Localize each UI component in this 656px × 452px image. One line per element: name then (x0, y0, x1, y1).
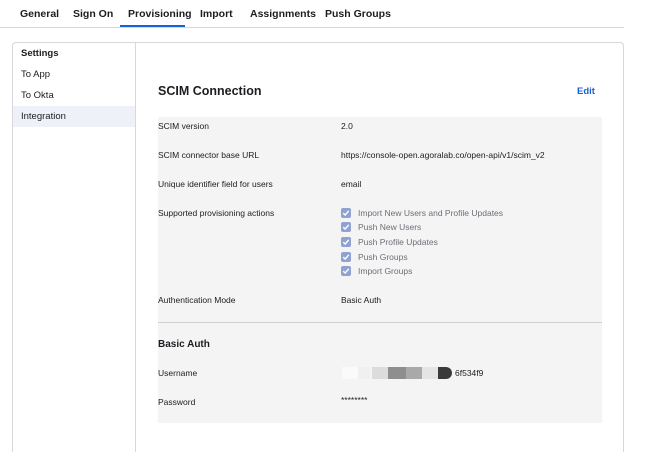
username-redacted (342, 367, 457, 379)
password-label: Password (158, 397, 196, 407)
basic-auth-title: Basic Auth (158, 339, 210, 350)
provisioning-actions-label: Supported provisioning actions (158, 208, 275, 218)
auth-mode-label: Authentication Mode (158, 295, 236, 305)
sidebar-heading: Settings (21, 48, 59, 59)
unique-identifier-value: email (341, 179, 362, 189)
scim-connection-title: SCIM Connection (158, 84, 262, 98)
scim-version-label: SCIM version (158, 121, 210, 131)
sidebar-item-integration[interactable]: Integration (13, 106, 135, 127)
settings-panel: Settings To App To Okta Integration SCIM… (12, 42, 624, 452)
action-label: Import Groups (358, 266, 413, 276)
active-tab-indicator (120, 25, 185, 27)
checkbox-checked-icon (341, 222, 351, 232)
tab-sign-on[interactable]: Sign On (73, 0, 113, 28)
settings-sidebar: Settings To App To Okta Integration (13, 43, 136, 452)
checkbox-checked-icon (341, 208, 351, 218)
base-url-value: https://console-open.agoralab.co/open-ap… (341, 150, 545, 160)
action-label: Push Profile Updates (358, 237, 438, 247)
tab-bar: General Sign On Provisioning Import Assi… (0, 0, 624, 28)
tab-import[interactable]: Import (200, 0, 233, 28)
unique-identifier-label: Unique identifier field for users (158, 179, 273, 189)
tab-assignments[interactable]: Assignments (250, 0, 316, 28)
action-label: Push Groups (358, 252, 408, 262)
username-label: Username (158, 368, 198, 378)
edit-button[interactable]: Edit (577, 86, 595, 97)
action-push-profile-updates: Push Profile Updates (341, 236, 438, 248)
action-label: Push New Users (358, 222, 422, 232)
action-import-new-users: Import New Users and Profile Updates (341, 207, 503, 219)
checkbox-checked-icon (341, 252, 351, 262)
scim-version-value: 2.0 (341, 121, 353, 131)
integration-content: SCIM Connection Edit SCIM version 2.0 SC… (158, 43, 603, 452)
section-divider (158, 322, 602, 323)
action-push-new-users: Push New Users (341, 221, 421, 233)
tab-general[interactable]: General (20, 0, 59, 28)
username-visible-suffix: 6f534f9 (455, 368, 484, 378)
tab-provisioning[interactable]: Provisioning (128, 0, 192, 28)
action-push-groups: Push Groups (341, 251, 408, 263)
action-import-groups: Import Groups (341, 265, 412, 277)
sidebar-item-to-app[interactable]: To App (13, 64, 135, 85)
password-value: ******** (341, 395, 368, 405)
sidebar-item-to-okta[interactable]: To Okta (13, 85, 135, 106)
auth-mode-value: Basic Auth (341, 295, 382, 305)
checkbox-checked-icon (341, 266, 351, 276)
base-url-label: SCIM connector base URL (158, 150, 260, 160)
tab-push-groups[interactable]: Push Groups (325, 0, 391, 28)
checkbox-checked-icon (341, 237, 351, 247)
action-label: Import New Users and Profile Updates (358, 208, 504, 218)
